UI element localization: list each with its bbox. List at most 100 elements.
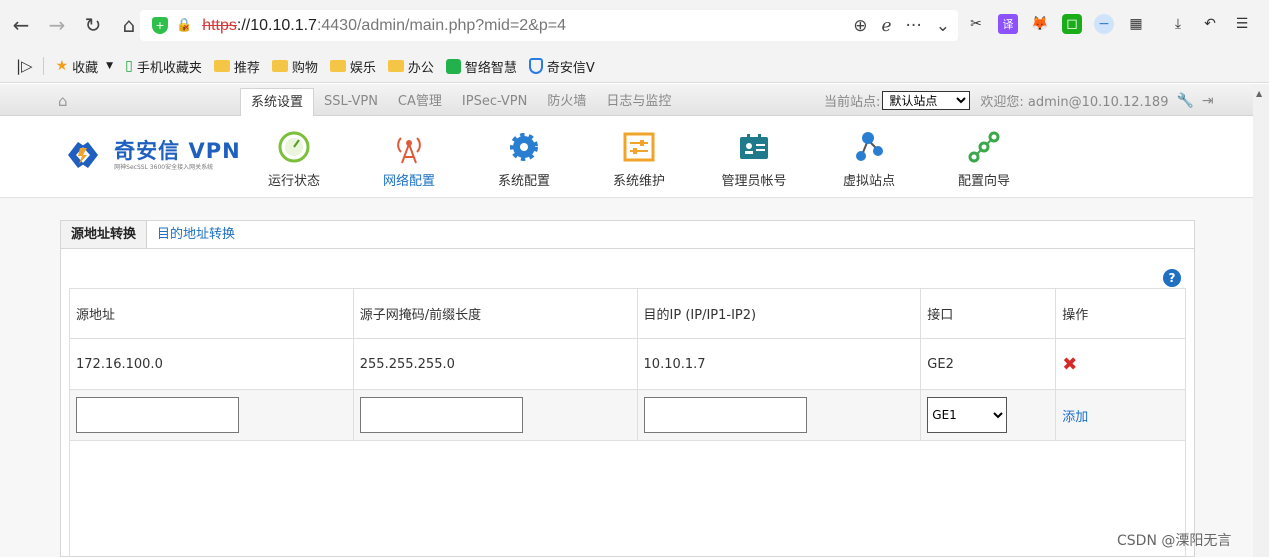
subnet-mask-input[interactable] (359, 397, 523, 433)
blue-extension-icon[interactable]: − (1094, 14, 1114, 34)
cell-mask: 255.255.255.0 (352, 338, 638, 390)
scissors-icon[interactable]: ✂ (966, 14, 986, 34)
tab-system-settings[interactable]: 系统设置 (240, 88, 315, 116)
bookmark-item[interactable]: 购物 (271, 57, 318, 76)
delete-icon[interactable]: ✖ (1062, 354, 1077, 375)
menu-icon[interactable]: ☰ (1232, 14, 1252, 34)
antenna-icon (397, 137, 421, 164)
folder-icon (329, 60, 346, 72)
bookmark-item[interactable]: 娱乐 (329, 57, 376, 76)
bookmarks-bar: |▷ ★ 收藏 ▼ ▯ 手机收藏夹 推荐 购物 娱乐 办公 智络智慧 奇安信V (0, 50, 1269, 83)
tab-logs[interactable]: 日志与监控 (596, 88, 681, 116)
bookmark-item[interactable]: ★ 收藏 ▼ (56, 57, 114, 76)
nav-admin-accounts[interactable]: 管理员帐号 (709, 130, 799, 189)
maintenance-icon (623, 132, 655, 162)
reload-icon[interactable]: ↻ (78, 10, 108, 40)
col-header-source: 源地址 (69, 288, 354, 339)
folder-icon (271, 60, 288, 72)
logout-icon[interactable]: ⇥ (1202, 93, 1214, 109)
zoom-icon[interactable]: ⊕ (853, 16, 867, 36)
nav-system-config[interactable]: 系统配置 (479, 130, 569, 189)
more-icon[interactable]: ··· (906, 16, 922, 36)
nav-system-maintenance[interactable]: 系统维护 (594, 130, 684, 189)
dest-ip-input[interactable] (643, 397, 807, 433)
translate-icon[interactable]: 译 (998, 14, 1018, 34)
folder-icon (213, 60, 230, 72)
app-icon (445, 58, 461, 74)
app-header: ⌂ 系统设置 SSL-VPN CA管理 IPSec-VPN 防火墙 日志与监控 … (0, 84, 1269, 116)
apps-grid-icon[interactable]: ▦ (1126, 14, 1146, 34)
nav-virtual-sites[interactable]: 虚拟站点 (824, 130, 914, 189)
logo: 奇安信 VPN 网神SecSSL 3600安全接入网关系统 (60, 138, 241, 172)
new-entry-row: GE1 添加 (69, 389, 1186, 441)
nav-config-wizard[interactable]: 配置向导 (939, 130, 1029, 189)
logo-mark-icon (68, 142, 98, 168)
cell-interface: GE2 (920, 338, 1057, 390)
tab-source-nat[interactable]: 源地址转换 (61, 221, 148, 249)
phone-icon: ▯ (125, 58, 133, 74)
admin-card-icon (740, 134, 768, 159)
star-icon: ★ (55, 58, 69, 74)
app-home-icon[interactable]: ⌂ (58, 92, 68, 110)
folder-icon (387, 60, 404, 72)
address-bar[interactable]: + 🔒 https://10.10.1.7:4430/admin/main.ph… (140, 10, 958, 41)
bookmark-item[interactable]: 办公 (387, 57, 434, 76)
tab-ssl-vpn[interactable]: SSL-VPN (314, 88, 388, 116)
green-extension-icon[interactable]: ◻ (1062, 14, 1082, 34)
wrench-icon[interactable]: 🔧 (1176, 93, 1193, 109)
gauge-icon (278, 131, 310, 163)
tab-firewall[interactable]: 防火墙 (537, 88, 596, 116)
nav-run-status[interactable]: 运行状态 (249, 130, 339, 189)
logo-subtitle: 网神SecSSL 3600安全接入网关系统 (114, 164, 214, 171)
browser-toolbar: ← → ↻ ⌂ + 🔒 https://10.10.1.7:4430/admin… (0, 0, 1269, 50)
tab-destination-nat[interactable]: 目的地址转换 (147, 221, 245, 249)
welcome-text: 欢迎您: admin@10.10.12.189 (980, 95, 1169, 110)
add-link[interactable]: 添加 (1062, 410, 1088, 425)
main-nav: 奇安信 VPN 网神SecSSL 3600安全接入网关系统 运行状态 网络配置 … (0, 116, 1253, 198)
watermark: CSDN @溧阳无言 (1117, 533, 1232, 549)
bookmark-item[interactable]: ▯ 手机收藏夹 (125, 57, 202, 76)
forward-icon[interactable]: → (42, 10, 72, 40)
sidebar-toggle-icon[interactable]: |▷ (16, 57, 44, 75)
wizard-icon (968, 131, 1000, 163)
download-icon[interactable]: ⤓ (1168, 14, 1188, 34)
chevron-down-icon[interactable]: ⌄ (936, 16, 950, 36)
col-header-action: 操作 (1055, 288, 1186, 339)
shield-icon (528, 58, 543, 74)
bookmark-item[interactable]: 推荐 (213, 57, 260, 76)
tab-ipsec-vpn[interactable]: IPSec-VPN (452, 88, 537, 116)
interface-select[interactable]: GE1 (927, 397, 1008, 433)
col-header-mask: 源子网掩码/前缀长度 (352, 288, 638, 339)
cell-dest-ip: 10.10.1.7 (636, 338, 922, 390)
insecure-lock-icon[interactable]: 🔒 (176, 18, 192, 33)
undo-icon[interactable]: ↶ (1200, 14, 1220, 34)
ie-mode-icon[interactable]: ℯ (881, 16, 891, 36)
col-header-interface: 接口 (920, 288, 1057, 339)
help-icon[interactable]: ? (1163, 269, 1181, 287)
table-header-row: 源地址 源子网掩码/前缀长度 目的IP (IP/IP1-IP2) 接口 操作 (69, 288, 1186, 339)
bookmark-item[interactable]: 奇安信V (528, 57, 595, 76)
table-empty-area (69, 439, 1186, 557)
site-select[interactable]: 默认站点 (882, 91, 971, 110)
scroll-up-icon[interactable]: ▲ (1256, 89, 1262, 98)
scrollbar[interactable] (1253, 84, 1269, 557)
nav-network-config[interactable]: 网络配置 (364, 130, 454, 189)
site-label: 当前站点: (824, 95, 881, 110)
tab-ca[interactable]: CA管理 (388, 88, 452, 116)
top-tabs: 系统设置 SSL-VPN CA管理 IPSec-VPN 防火墙 日志与监控 (240, 88, 681, 116)
security-shield-icon[interactable]: + (152, 17, 168, 34)
fox-extension-icon[interactable]: 🦊 (1030, 14, 1050, 34)
tab-divider (61, 248, 1194, 249)
source-address-input[interactable] (76, 397, 239, 433)
cell-action: ✖ (1055, 338, 1186, 390)
nat-panel: 源地址转换 目的地址转换 ? 源地址 源子网掩码/前缀长度 目的IP (IP/I… (60, 220, 1195, 557)
content-area: 源地址转换 目的地址转换 ? 源地址 源子网掩码/前缀长度 目的IP (IP/I… (0, 198, 1253, 557)
url-text[interactable]: https://10.10.1.7:4430/admin/main.php?mi… (202, 17, 566, 35)
bookmark-item[interactable]: 智络智慧 (445, 57, 517, 76)
logo-text: 奇安信 VPN (114, 139, 241, 163)
back-icon[interactable]: ← (6, 10, 36, 40)
col-header-dest-ip: 目的IP (IP/IP1-IP2) (636, 288, 922, 339)
cell-source: 172.16.100.0 (69, 338, 354, 390)
gear-icon (510, 133, 538, 161)
network-nodes-icon (856, 132, 883, 161)
